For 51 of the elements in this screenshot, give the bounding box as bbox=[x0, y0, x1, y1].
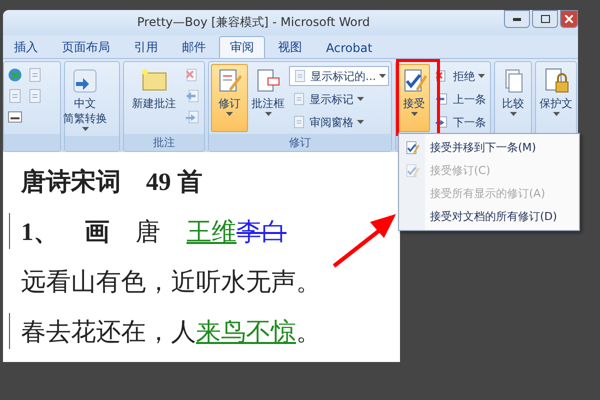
ribbon-button[interactable]: 保护文 bbox=[538, 64, 574, 132]
ribbon-tab[interactable]: 审阅 bbox=[219, 36, 265, 58]
deleted-text: 李白 bbox=[236, 218, 286, 248]
close-icon bbox=[565, 15, 573, 23]
document-text: 1、 bbox=[21, 218, 58, 248]
annotation-arrow bbox=[332, 214, 396, 268]
group-label-bar bbox=[65, 136, 119, 151]
ribbon-button[interactable]: 审阅窗格 bbox=[288, 112, 389, 132]
ribbon-button[interactable]: 上一条 bbox=[432, 89, 488, 109]
inserted-text: 王维 bbox=[186, 218, 236, 248]
ribbon-tab[interactable]: 插入 bbox=[3, 36, 49, 58]
ribbon-button[interactable]: 显示标记 bbox=[288, 89, 389, 109]
restore-icon bbox=[540, 15, 550, 23]
ribbon-tab[interactable]: 引用 bbox=[123, 36, 169, 58]
document-text: 唐 bbox=[136, 218, 160, 248]
ribbon-button[interactable]: 比较 bbox=[497, 64, 529, 132]
menu-item[interactable]: 接受对文档的所有修订(D) bbox=[399, 205, 579, 228]
group-label: 批注 bbox=[153, 135, 175, 150]
document-text: 春去花还在，人 bbox=[21, 318, 196, 348]
minimize-button[interactable] bbox=[504, 10, 530, 28]
ribbon-button[interactable]: 接受 bbox=[398, 64, 430, 132]
group-label: 修订 bbox=[289, 135, 311, 150]
ribbon-button[interactable]: 拒绝 bbox=[432, 66, 488, 86]
document-text: 远看山有色，近听水无声。 bbox=[21, 268, 321, 298]
previous-change-icon bbox=[434, 91, 450, 107]
document-text: 唐诗宋词 49 首 bbox=[21, 167, 202, 198]
ribbon-tab[interactable]: 页面布局 bbox=[51, 36, 121, 58]
convert-icon bbox=[71, 67, 99, 95]
caret-icon bbox=[379, 74, 386, 78]
document-text: 画 bbox=[84, 218, 110, 248]
caret-icon bbox=[478, 74, 485, 78]
inserted-text: 来鸟不惊 bbox=[196, 318, 296, 348]
next-change-icon bbox=[434, 114, 450, 130]
ribbon-button[interactable]: 修订 bbox=[211, 64, 248, 132]
ribbon-tab[interactable]: 视图 bbox=[267, 36, 313, 58]
document-text: 。 bbox=[296, 318, 321, 348]
close-button[interactable] bbox=[560, 10, 578, 28]
ribbon-button[interactable]: 下一条 bbox=[432, 112, 488, 132]
window-title: Pretty—Boy [兼容模式] - Microsoft Word bbox=[136, 14, 371, 31]
ribbon-tab[interactable]: Acrobat bbox=[315, 36, 384, 58]
caret-icon bbox=[356, 97, 364, 101]
markup-dropdown[interactable]: 显示标记的... bbox=[288, 66, 389, 86]
caret-icon bbox=[356, 120, 364, 124]
group-label-bar bbox=[4, 134, 60, 151]
menu-item[interactable]: 接受并移到下一条(M) bbox=[399, 136, 579, 159]
maximize-button[interactable] bbox=[532, 10, 558, 28]
ribbon-tab[interactable]: 邮件 bbox=[171, 36, 217, 58]
ribbon-button[interactable]: 新建批注 bbox=[126, 64, 182, 132]
minimize-icon bbox=[513, 18, 521, 20]
ribbon-button[interactable]: 批注框 bbox=[250, 64, 286, 132]
globe-icon bbox=[6, 66, 24, 84]
